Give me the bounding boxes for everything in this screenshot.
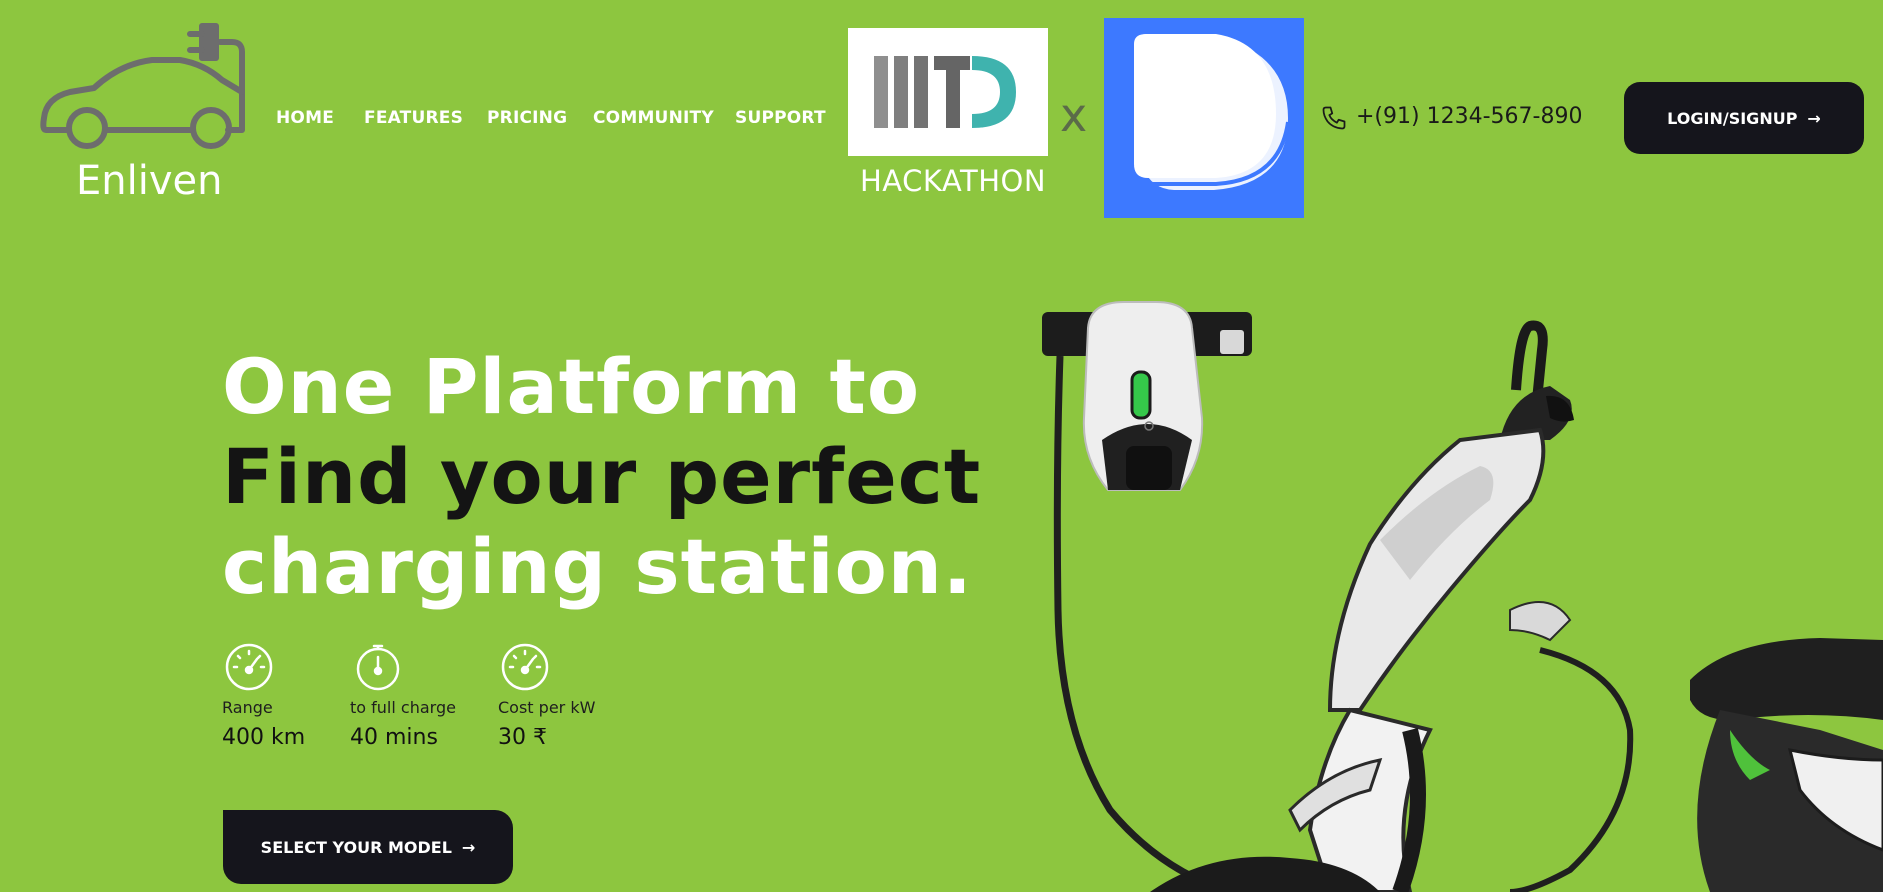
stat-charge-time: to full charge 40 mins (350, 642, 456, 750)
nav-community[interactable]: COMMUNITY (593, 108, 714, 128)
electric-car-plug-icon[interactable] (40, 18, 248, 150)
stat-value: 30 ₹ (498, 725, 547, 750)
iiitd-logo (848, 28, 1048, 156)
stat-range: Range 400 km (222, 642, 305, 750)
nav-support[interactable]: SUPPORT (735, 108, 826, 128)
phone-number[interactable]: +(91) 1234-567-890 (1356, 104, 1582, 129)
stopwatch-icon (356, 644, 400, 691)
speedometer-icon (501, 643, 549, 691)
hero-line-3: charging station. (222, 522, 973, 611)
nav-pricing[interactable]: PRICING (487, 108, 567, 128)
speedometer-icon (225, 643, 273, 691)
arrow-right-icon: → (1807, 108, 1821, 128)
select-model-button[interactable]: SELECT YOUR MODEL → (223, 810, 513, 884)
login-signup-button[interactable]: LOGIN/SIGNUP → (1624, 82, 1864, 154)
phone-icon (1322, 106, 1346, 130)
stat-label: Cost per kW (498, 698, 596, 717)
login-label: LOGIN/SIGNUP (1667, 108, 1798, 128)
d-logo (1104, 18, 1304, 218)
arrow-right-icon: → (461, 837, 476, 857)
hackathon-label: HACKATHON (860, 164, 1047, 198)
hero-line-1: One Platform to (222, 342, 921, 431)
brand-name[interactable]: Enliven (76, 158, 222, 204)
nav-home[interactable]: HOME (276, 108, 334, 128)
electric-scooter (1150, 320, 1883, 892)
hero-line-2: Find your perfect (222, 432, 982, 521)
select-model-label: SELECT YOUR MODEL (260, 837, 452, 857)
scooter-charger-illustration (1042, 301, 1883, 892)
collab-separator: x (1060, 88, 1088, 142)
charger-unit (1082, 301, 1204, 491)
nav-features[interactable]: FEATURES (364, 108, 463, 128)
stat-cost: Cost per kW 30 ₹ (498, 642, 595, 750)
stat-label: to full charge (350, 698, 456, 717)
stat-value: 40 mins (350, 725, 438, 750)
stat-label: Range (222, 698, 273, 717)
stat-value: 400 km (222, 725, 306, 750)
